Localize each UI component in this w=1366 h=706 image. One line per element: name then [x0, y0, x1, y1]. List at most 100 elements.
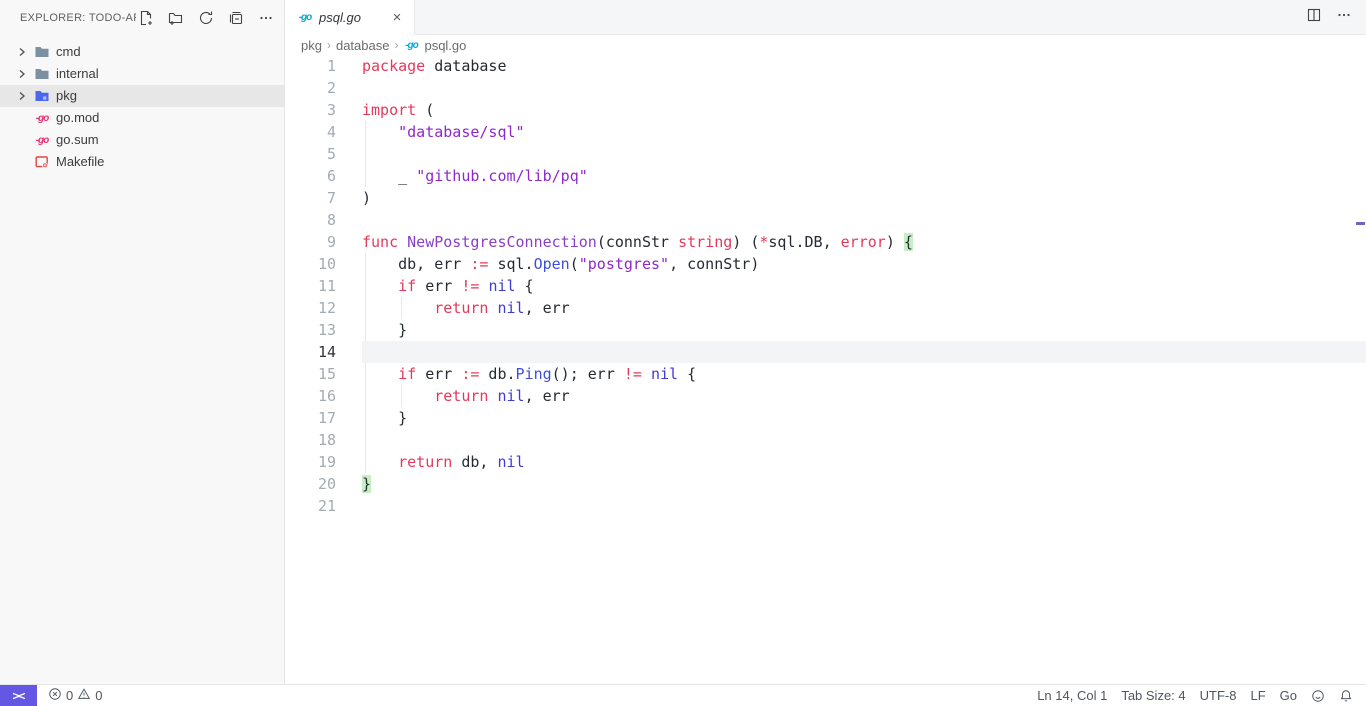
breadcrumb-segment[interactable]: psql.go: [424, 38, 466, 53]
sidebar-item-go-mod[interactable]: -go go.mod: [0, 107, 284, 129]
sidebar-item-internal[interactable]: internal: [0, 63, 284, 85]
file-tree: cmdinternalpkg -go go.mod-gogo.sumMakefile: [0, 35, 284, 173]
line-number: 16: [285, 385, 336, 407]
code-line: [362, 495, 1366, 517]
line-number: 14: [285, 341, 336, 363]
eol-indicator[interactable]: LF: [1243, 685, 1272, 706]
explorer-sidebar: EXPLORER: TODO-API: [0, 0, 285, 684]
line-number: 13: [285, 319, 336, 341]
line-number: 7: [285, 187, 336, 209]
line-number: 12: [285, 297, 336, 319]
close-tab-icon[interactable]: ×: [388, 9, 406, 27]
remote-indicator[interactable]: ><: [0, 685, 37, 706]
encoding-indicator[interactable]: UTF-8: [1193, 685, 1244, 706]
language-indicator[interactable]: Go: [1273, 685, 1304, 706]
editor-more-actions-icon[interactable]: [1336, 7, 1352, 28]
warning-count: 0: [95, 688, 102, 703]
code-line: "database/sql": [362, 121, 1366, 143]
sidebar-item-go-sum[interactable]: -gogo.sum: [0, 129, 284, 151]
status-bar: >< 0 0 Ln 14, Col 1Tab Size: 4UTF-8LFGo: [0, 684, 1366, 706]
sidebar-item-cmd[interactable]: cmd: [0, 41, 284, 63]
breadcrumb: pkg › database › -go psql.go: [285, 35, 1366, 55]
line-number: 11: [285, 275, 336, 297]
indent-guide: [365, 275, 366, 297]
code-line: return db, nil: [362, 451, 1366, 473]
indent-guide: [365, 253, 366, 275]
makefile-icon: [34, 154, 50, 170]
code-line: return nil, err: [362, 297, 1366, 319]
sidebar-item-makefile[interactable]: Makefile: [0, 151, 284, 173]
line-number: 10: [285, 253, 336, 275]
folder-icon: [34, 44, 50, 60]
breadcrumb-separator: ›: [327, 38, 331, 52]
chevron-right-icon: [14, 44, 30, 60]
status-bar-right: Ln 14, Col 1Tab Size: 4UTF-8LFGo: [1030, 685, 1366, 706]
error-icon: [48, 687, 62, 704]
line-col-indicator[interactable]: Ln 14, Col 1: [1030, 685, 1114, 706]
go-icon: -go: [297, 10, 313, 26]
line-number: 2: [285, 77, 336, 99]
indent-guide: [365, 297, 366, 319]
line-number: 5: [285, 143, 336, 165]
code-line: func NewPostgresConnection(connStr strin…: [362, 231, 1366, 253]
warning-icon: [77, 687, 91, 704]
indent-guide: [365, 143, 366, 165]
code-line: [362, 143, 1366, 165]
line-number: 1: [285, 55, 336, 77]
indent-guide: [365, 451, 366, 473]
line-number: 20: [285, 473, 336, 495]
go-icon: -go: [403, 37, 419, 53]
code-content: package databaseimport ( "database/sql" …: [362, 55, 1366, 684]
new-file-icon[interactable]: [136, 8, 156, 28]
refresh-icon[interactable]: [196, 8, 216, 28]
code-line: if err := db.Ping(); err != nil {: [362, 363, 1366, 385]
line-number: 21: [285, 495, 336, 517]
code-line: [362, 77, 1366, 99]
problems-indicator[interactable]: 0 0: [41, 685, 109, 706]
indent-guide: [365, 121, 366, 143]
file-label: Makefile: [56, 151, 104, 173]
line-number: 19: [285, 451, 336, 473]
line-number: 15: [285, 363, 336, 385]
code-line: [362, 429, 1366, 451]
breadcrumb-segment[interactable]: pkg: [301, 38, 322, 53]
feedback-icon[interactable]: [1304, 685, 1332, 706]
code-line: }: [362, 407, 1366, 429]
code-line: }: [362, 319, 1366, 341]
error-count: 0: [66, 688, 73, 703]
editor-tab-bar: -go psql.go ×: [285, 0, 1366, 35]
file-label: go.mod: [56, 107, 99, 129]
sidebar-item-pkg[interactable]: pkg: [0, 85, 284, 107]
breadcrumb-separator: ›: [394, 38, 398, 52]
folder-blue-icon: [34, 88, 50, 104]
tab-psql-go[interactable]: -go psql.go ×: [285, 0, 415, 35]
file-label: pkg: [56, 85, 77, 107]
line-number: 6: [285, 165, 336, 187]
indent-guide: [365, 165, 366, 187]
collapse-all-icon[interactable]: [226, 8, 246, 28]
code-line: package database: [362, 55, 1366, 77]
vscode-window: EXPLORER: TODO-API: [0, 0, 1366, 706]
folder-icon: [34, 66, 50, 82]
file-label: go.sum: [56, 129, 99, 151]
go-icon: -go: [34, 110, 50, 126]
code-line: [362, 209, 1366, 231]
line-number-gutter: 123456789101112131415161718192021: [285, 55, 362, 684]
code-line: return nil, err: [362, 385, 1366, 407]
notifications-bell-icon[interactable]: [1332, 685, 1360, 706]
indent-guide: [401, 385, 402, 407]
breadcrumb-segment[interactable]: database: [336, 38, 390, 53]
code-line: }: [362, 473, 1366, 495]
indent-guide: [365, 407, 366, 429]
split-editor-icon[interactable]: [1306, 7, 1322, 28]
more-actions-icon[interactable]: [256, 8, 276, 28]
tab-size-indicator[interactable]: Tab Size: 4: [1114, 685, 1192, 706]
line-number: 17: [285, 407, 336, 429]
new-folder-icon[interactable]: [166, 8, 186, 28]
line-number: 4: [285, 121, 336, 143]
code-line: db, err := sql.Open("postgres", connStr): [362, 253, 1366, 275]
file-label: cmd: [56, 41, 81, 63]
explorer-title: EXPLORER: TODO-API: [20, 12, 136, 24]
code-editor[interactable]: 123456789101112131415161718192021 packag…: [285, 55, 1366, 684]
line-number: 8: [285, 209, 336, 231]
